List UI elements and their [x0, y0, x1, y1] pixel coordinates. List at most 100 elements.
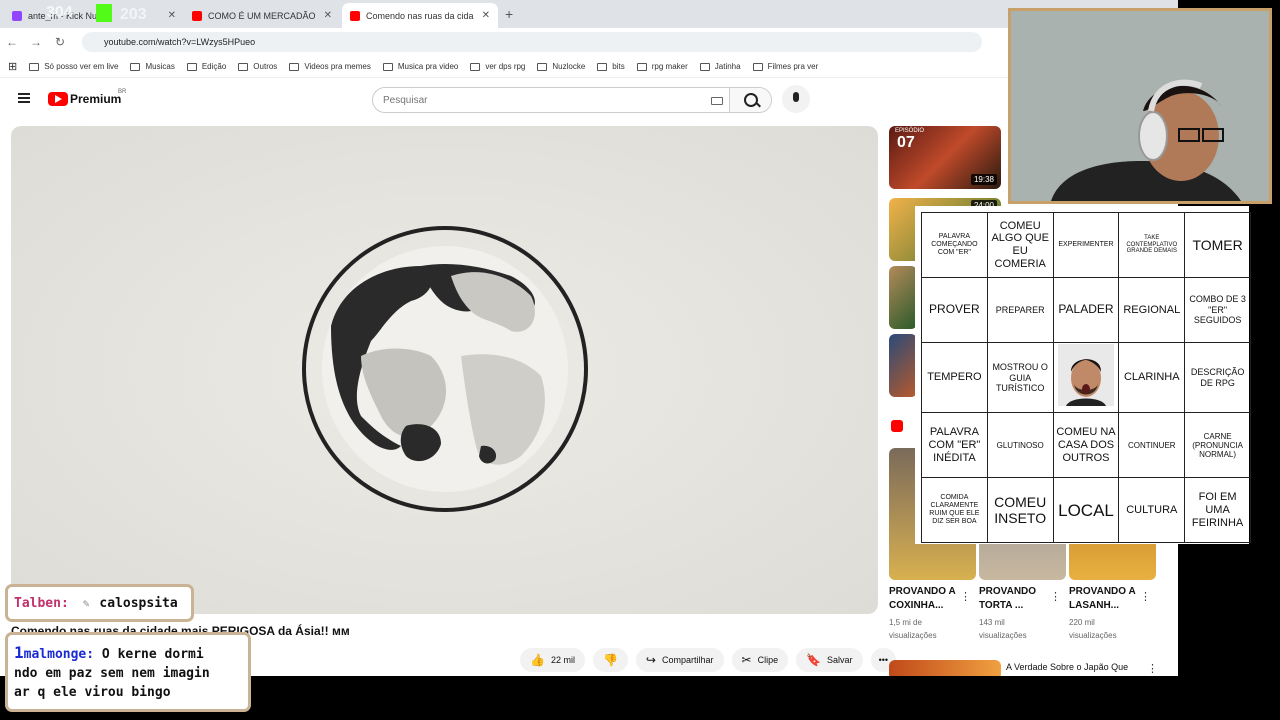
video-player[interactable] [11, 126, 878, 614]
bookmark-folder[interactable]: Nuzlocke [537, 62, 585, 71]
bookmark-folder[interactable]: Outros [238, 62, 277, 71]
webcam-overlay [1008, 8, 1272, 204]
bookmark-folder[interactable]: Musicas [130, 62, 175, 71]
more-vert-icon[interactable]: ⋮ [1050, 590, 1061, 603]
folder-icon [382, 62, 393, 71]
folder-icon [289, 62, 300, 71]
scissors-icon: ✂ [741, 653, 752, 667]
chat-text: ar q ele virou bingo [14, 685, 171, 700]
chat-username: Talben: [14, 595, 69, 611]
more-vert-icon[interactable]: ⋮ [1140, 590, 1151, 603]
bingo-cell: TAKE CONTEMPLATIVO GRANDE DEMAIS [1118, 212, 1186, 278]
bookmark-folder[interactable]: rpg maker [636, 62, 688, 71]
youtube-logo-icon[interactable] [48, 92, 68, 106]
bingo-cell: CONTINUER [1118, 412, 1186, 479]
rank-badge-icon: 1 [14, 643, 24, 662]
recommended-thumbnail[interactable] [889, 660, 1001, 676]
url-text: youtube.com/watch?v=LWzys5HPueo [104, 37, 256, 47]
bingo-cell: LOCAL [1052, 477, 1120, 544]
clip-button[interactable]: ✂ Clipe [731, 648, 789, 672]
microphone-icon[interactable] [782, 85, 810, 113]
tab-mercadao[interactable]: COMO É UM MERCADÃO DE C ✕ [184, 3, 340, 28]
tab-title: COMO É UM MERCADÃO DE C [208, 10, 316, 21]
forward-icon[interactable]: → [24, 35, 48, 49]
twitch-icon [12, 10, 22, 21]
bingo-cell: PROVER [921, 277, 988, 343]
more-vert-icon[interactable]: ⋮ [1147, 662, 1158, 675]
bookmark-folder[interactable]: Filmes pra ver [752, 62, 819, 71]
region-label: BR [118, 89, 127, 95]
bookmark-folder[interactable]: ver dps rpg [470, 62, 525, 71]
bookmark-label: Nuzlocke [552, 62, 586, 71]
bookmark-label: Só posso ver em live [44, 62, 119, 71]
like-button[interactable]: 👍 22 mil [520, 648, 585, 672]
search-input[interactable] [383, 94, 703, 106]
close-icon[interactable]: ✕ [324, 10, 332, 21]
bookmark-folder[interactable]: bits [597, 62, 625, 71]
share-label: Compartilhar [661, 655, 714, 665]
bookmark-folder[interactable]: Musica pra video [382, 62, 458, 71]
save-button[interactable]: 🔖 Salvar [796, 648, 863, 672]
recommended-thumbnail[interactable]: EPISÓDIO 07 19:38 [889, 126, 1001, 189]
bingo-cell: MOSTROU O GUIA TURÍSTICO [986, 341, 1054, 414]
recommended-thumbnail[interactable] [889, 334, 917, 397]
address-bar-row: ← → ↻ youtube.com/watch?v=LWzys5HPueo [0, 28, 1178, 56]
bookmark-folder[interactable]: Só posso ver em live [29, 62, 118, 71]
folder-icon [238, 62, 249, 71]
bingo-free-cell [1052, 341, 1120, 414]
clip-label: Clipe [757, 655, 779, 665]
chat-username: malmonge: [23, 647, 95, 662]
chat-text: calospsita [99, 595, 178, 611]
reload-icon[interactable]: ↻ [48, 35, 72, 49]
youtube-icon [350, 10, 360, 21]
video-actions: 👍 22 mil 👎 ↪ Compartilhar ✂ Clipe 🔖 Salvar •… [520, 648, 904, 672]
new-tab-button[interactable]: + [505, 6, 513, 22]
search-button[interactable] [729, 88, 771, 112]
thumbs-down-icon: 👎 [602, 653, 618, 667]
bingo-cell: GLUTINOSO [986, 412, 1054, 479]
short-item[interactable]: PROVANDO TORTA ... 143 mil visualizações [979, 585, 1049, 642]
tab-comendo[interactable]: Comendo nas ruas da cidade m ✕ [342, 3, 498, 28]
youtube-premium-label[interactable]: Premium [70, 92, 121, 106]
apps-grid-icon[interactable]: ⊞ [8, 60, 17, 73]
bookmark-label: Outros [253, 62, 278, 71]
keyboard-icon[interactable] [711, 97, 723, 105]
bingo-cell: PALAVRA COM "ER" INÉDITA [921, 412, 988, 479]
bookmark-folder[interactable]: Jatinha [699, 62, 741, 71]
back-icon[interactable]: ← [0, 35, 24, 49]
short-item[interactable]: PROVANDO A LASANH... 220 mil visualizaçõ… [1069, 585, 1139, 642]
share-button[interactable]: ↪ Compartilhar [635, 648, 724, 672]
tab-title: Comendo nas ruas da cidade m [366, 10, 474, 21]
short-title: PROVANDO A LASANH... [1069, 586, 1136, 611]
bookmark-label: Edição [201, 62, 227, 71]
bookmark-folder[interactable]: Videos pra memes [289, 62, 371, 71]
close-icon[interactable]: ✕ [482, 10, 490, 21]
face-photo [1057, 344, 1114, 406]
kick-logo-icon [96, 4, 112, 22]
globe-illustration [302, 226, 588, 512]
short-item[interactable]: PROVANDO A COXINHA... 1,5 mi de visualiz… [889, 585, 959, 642]
recommended-title[interactable]: A Verdade Sobre o Japão Que [1006, 662, 1128, 672]
chat-message: Talben: ✎ calospsita [5, 584, 194, 622]
bingo-cell: REGIONAL [1118, 277, 1186, 343]
more-vert-icon[interactable]: ⋮ [960, 590, 971, 603]
bookmark-label: Filmes pra ver [767, 62, 819, 71]
recommended-thumbnail[interactable] [889, 266, 917, 329]
hamburger-menu-icon[interactable] [18, 93, 30, 103]
folder-icon [699, 62, 710, 71]
bingo-cell: TEMPERO [921, 341, 988, 414]
url-input[interactable]: youtube.com/watch?v=LWzys5HPueo [82, 32, 982, 52]
bingo-cell: PALADER [1052, 277, 1120, 343]
bingo-cell: DESCRIÇÃO DE RPG [1184, 341, 1251, 414]
short-title: PROVANDO A COXINHA... [889, 586, 956, 611]
folder-icon [537, 62, 548, 71]
save-label: Salvar [827, 655, 853, 665]
tab-kick[interactable]: ante_m - Kick Nub ✕ [4, 3, 184, 28]
bookmark-label: Videos pra memes [304, 62, 371, 71]
twitch-viewer-count: 304 [46, 4, 73, 21]
close-icon[interactable]: ✕ [168, 10, 176, 21]
bingo-cell: CARNE (PRONUNCIA NORMAL) [1184, 412, 1251, 479]
dislike-button[interactable]: 👎 [592, 648, 628, 672]
bookmark-folder[interactable]: Edição [186, 62, 227, 71]
bingo-cell: COMEU INSETO [986, 477, 1054, 544]
